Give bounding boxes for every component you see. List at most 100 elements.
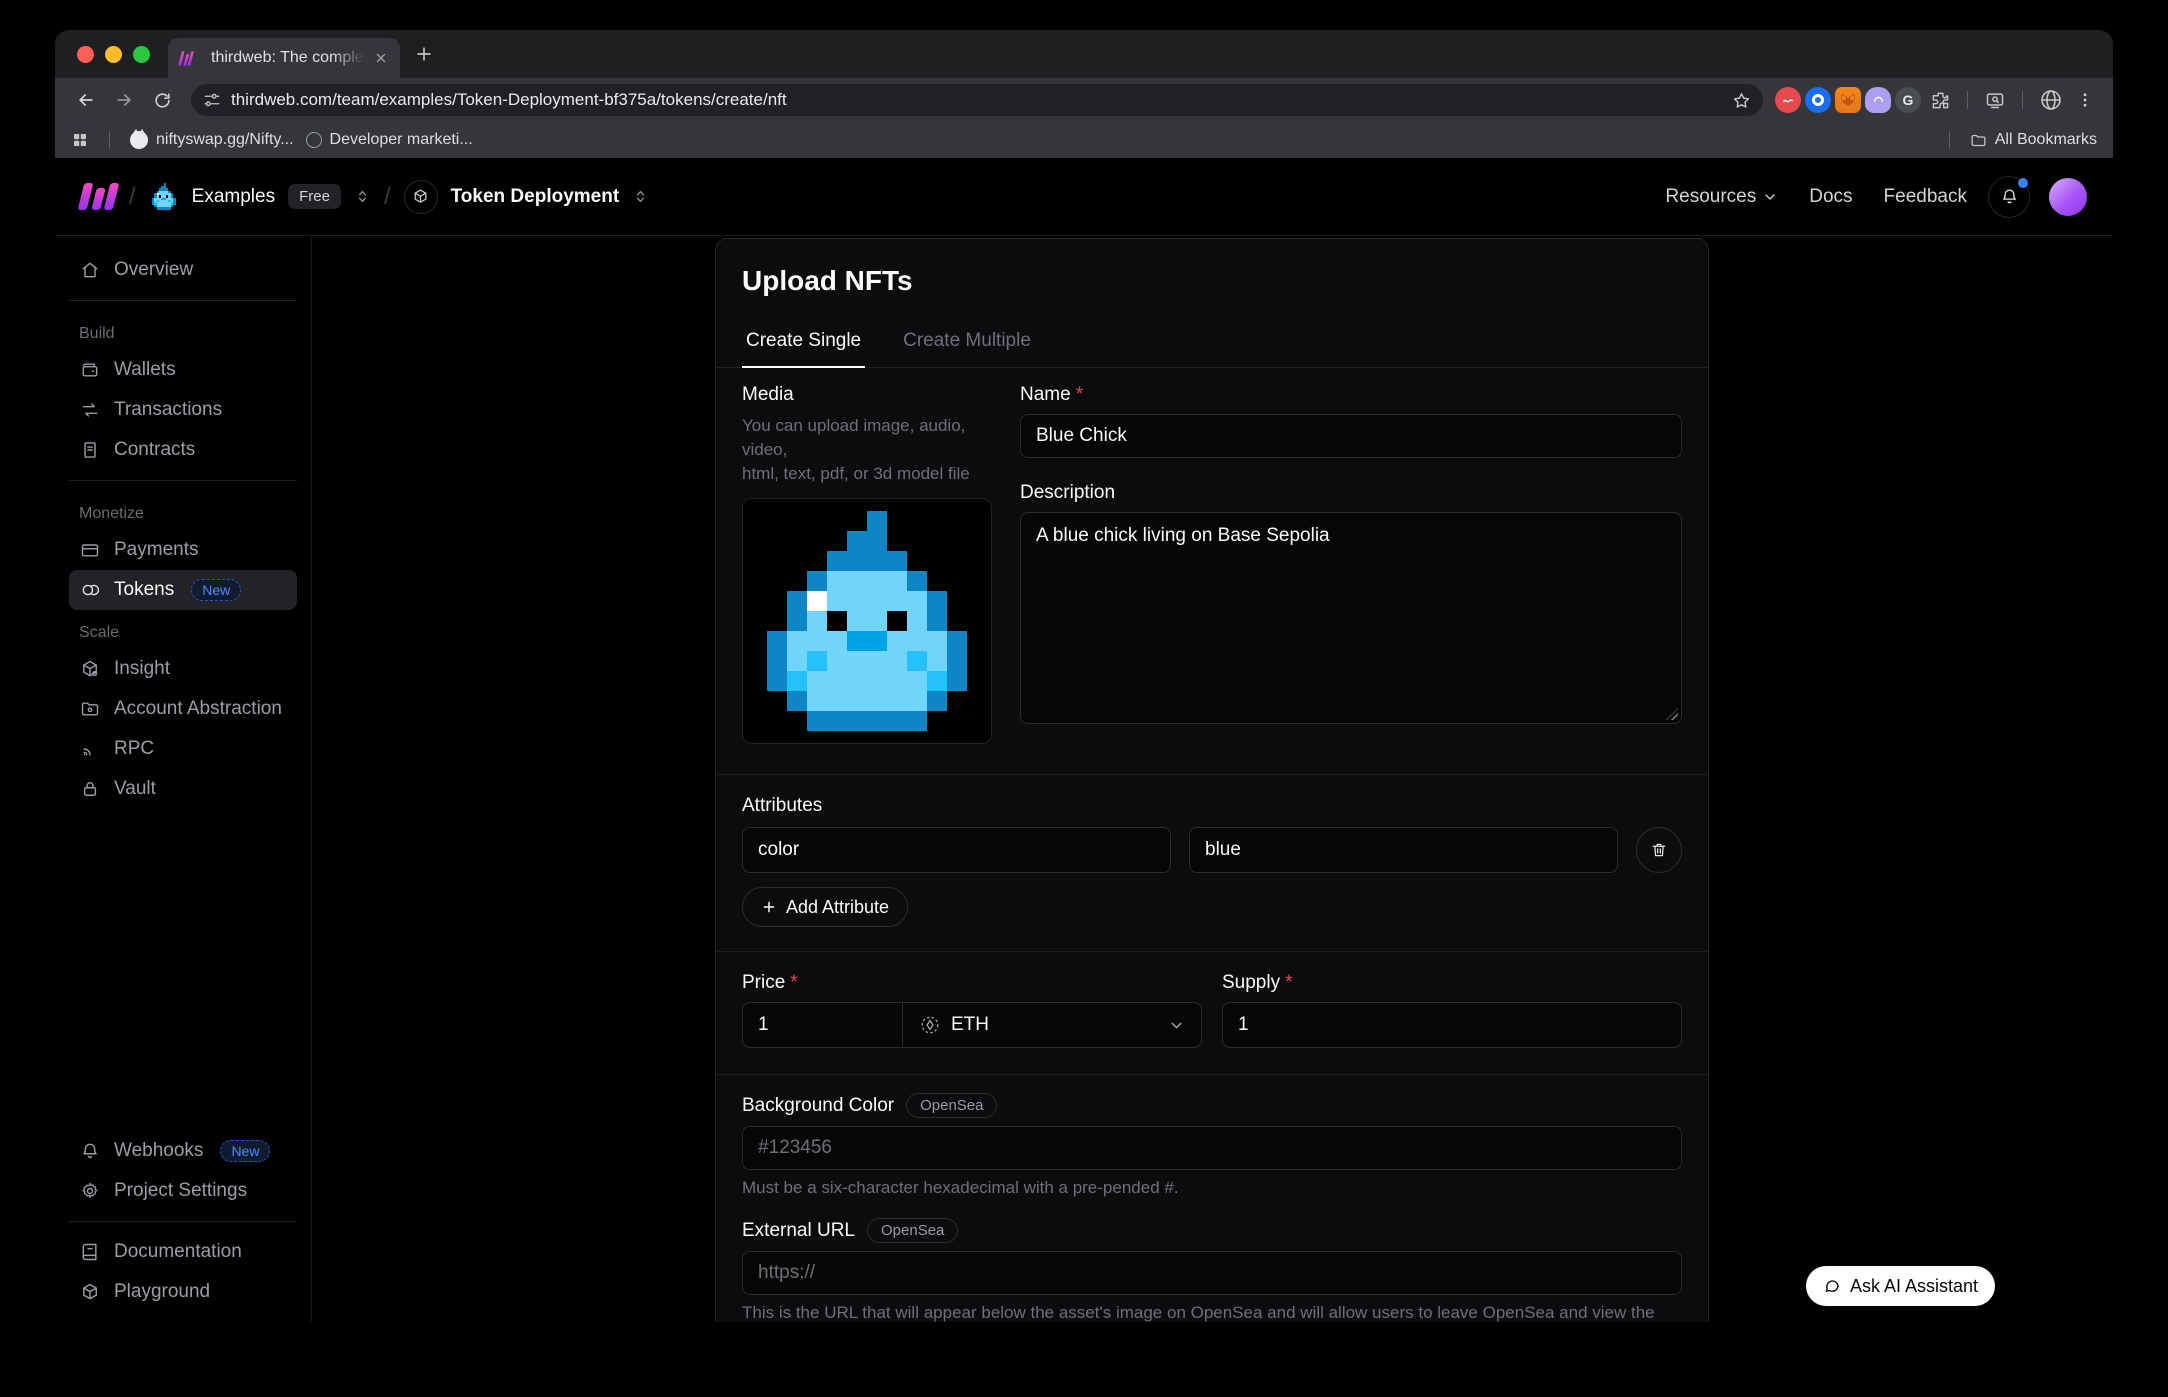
sidebar-item-playground[interactable]: Playground [69,1272,297,1312]
sidebar-item-vault[interactable]: Vault [69,769,297,809]
delete-attribute-button[interactable] [1636,827,1682,873]
site-settings-icon[interactable] [203,91,221,109]
home-icon [79,260,101,280]
tab-title: thirdweb: The complete web3 [211,49,365,67]
signal-icon [79,739,101,759]
zoom-window-button[interactable] [133,46,150,63]
all-bookmarks[interactable]: All Bookmarks [1970,131,2097,149]
team-avatar [149,182,179,212]
docs-link[interactable]: Docs [1809,186,1852,208]
media-upload-preview[interactable] [742,498,992,744]
sidebar-item-project-settings[interactable]: Project Settings [69,1171,297,1211]
bookmark-niftyswap[interactable]: niftyswap.gg/Nifty... [130,131,294,149]
browser-window: thirdweb: The complete web3 [55,30,2113,1322]
lock-icon [79,779,101,799]
sidebar-item-documentation[interactable]: Documentation [69,1232,297,1272]
sidebar-item-transactions[interactable]: Transactions [69,390,297,430]
close-window-button[interactable] [77,46,94,63]
sidebar-item-label: Wallets [114,359,176,381]
user-avatar[interactable] [2049,178,2087,216]
bookmark-developer[interactable]: Developer marketi... [306,131,473,149]
required-asterisk: * [790,972,797,993]
sidebar-item-rpc[interactable]: RPC [69,729,297,769]
notifications-button[interactable] [1988,176,2030,218]
extension-icon-phantom[interactable] [1865,87,1891,113]
sidebar: Overview Build Wallets Transactions Co [55,236,312,1322]
external-url-helper: This is the URL that will appear below t… [742,1303,1682,1322]
forward-icon[interactable] [107,83,141,117]
breadcrumb-project[interactable]: Token Deployment [451,186,620,208]
reload-icon[interactable] [145,83,179,117]
sidebar-item-webhooks[interactable]: Webhooks New [69,1131,297,1171]
new-badge: New [220,1140,270,1162]
extension-icon-g[interactable]: G [1895,87,1921,113]
price-input[interactable]: 1 [743,1003,903,1047]
profile-icon[interactable] [2035,84,2067,116]
team-avatar-pixel-art [149,183,178,209]
resources-label: Resources [1665,186,1756,208]
sidebar-item-payments[interactable]: Payments [69,530,297,570]
sidebar-item-account-abstraction[interactable]: Account Abstraction [69,689,297,729]
description-resize-handle[interactable]: A blue chick living on Base Sepolia [1020,512,1682,724]
name-input[interactable] [1020,414,1682,458]
sidebar-item-label: Payments [114,539,198,561]
thirdweb-page: / Examples Free / Token Deployment [55,158,2113,1322]
bookmark-label: Developer marketi... [330,131,473,149]
attribute-key-input[interactable] [742,827,1171,873]
tab-create-multiple[interactable]: Create Multiple [899,317,1035,367]
background-color-helper: Must be a six-character hexadecimal with… [742,1178,1682,1198]
sidebar-item-overview[interactable]: Overview [69,250,297,290]
breadcrumb-team[interactable]: Examples [192,186,275,208]
attribute-value-input[interactable] [1189,827,1618,873]
back-icon[interactable] [69,83,103,117]
thirdweb-logo[interactable] [81,183,116,210]
add-attribute-button[interactable]: Add Attribute [742,887,908,927]
external-url-label: External URL [742,1220,855,1242]
tab-close-icon[interactable] [374,51,388,65]
desktop: thirdweb: The complete web3 [0,0,2168,1397]
bookmarks-separator [1949,131,1950,149]
url-text[interactable]: thirdweb.com/team/examples/Token-Deploym… [231,90,1722,110]
sidebar-item-label: Insight [114,658,170,680]
bookmark-label: niftyswap.gg/Nifty... [156,131,294,149]
supply-input[interactable] [1222,1002,1682,1048]
currency-select[interactable]: ETH [903,1003,1201,1047]
sidebar-item-contracts[interactable]: Contracts [69,430,297,470]
sidebar-item-tokens[interactable]: Tokens New [69,570,297,610]
resources-menu[interactable]: Resources [1665,186,1778,208]
tab-create-single[interactable]: Create Single [742,317,865,367]
macos-traffic-lights [55,46,150,63]
browser-toolbar: thirdweb.com/team/examples/Token-Deploym… [55,78,2113,122]
add-attribute-label: Add Attribute [786,897,889,918]
sidebar-item-wallets[interactable]: Wallets [69,350,297,390]
tab-search-icon[interactable] [1980,85,2010,115]
feedback-link[interactable]: Feedback [1884,186,1967,208]
extension-icon-red[interactable] [1775,87,1801,113]
apps-grid-icon[interactable] [71,131,89,149]
browser-tab[interactable]: thirdweb: The complete web3 [168,38,400,78]
media-helper: You can upload image, audio, video, html… [742,414,992,486]
address-bar[interactable]: thirdweb.com/team/examples/Token-Deploym… [191,84,1763,116]
dashboard-header: / Examples Free / Token Deployment [55,158,2113,236]
project-switcher-icon[interactable] [632,188,649,205]
bookmark-star-icon[interactable] [1732,91,1757,110]
background-color-input[interactable] [742,1126,1682,1170]
external-url-input[interactable] [742,1251,1682,1295]
ask-ai-assistant-button[interactable]: Ask AI Assistant [1806,1266,1995,1306]
extension-icon-blue[interactable] [1805,87,1831,113]
opensea-badge: OpenSea [906,1093,997,1118]
minimize-window-button[interactable] [105,46,122,63]
sidebar-item-label: Webhooks [114,1140,203,1162]
notification-dot [2018,178,2028,188]
extension-icon-metamask[interactable] [1835,87,1861,113]
browser-menu-icon[interactable] [2071,86,2099,114]
github-icon [130,131,148,149]
new-tab-button[interactable] [414,44,434,64]
description-textarea[interactable]: A blue chick living on Base Sepolia [1020,512,1682,724]
bookmark-favicon [306,132,322,148]
extensions-puzzle-icon[interactable] [1925,85,1955,115]
team-switcher-icon[interactable] [354,188,371,205]
toolbar-separator [1967,91,1968,109]
plus-icon [761,899,777,915]
sidebar-item-insight[interactable]: Insight [69,649,297,689]
